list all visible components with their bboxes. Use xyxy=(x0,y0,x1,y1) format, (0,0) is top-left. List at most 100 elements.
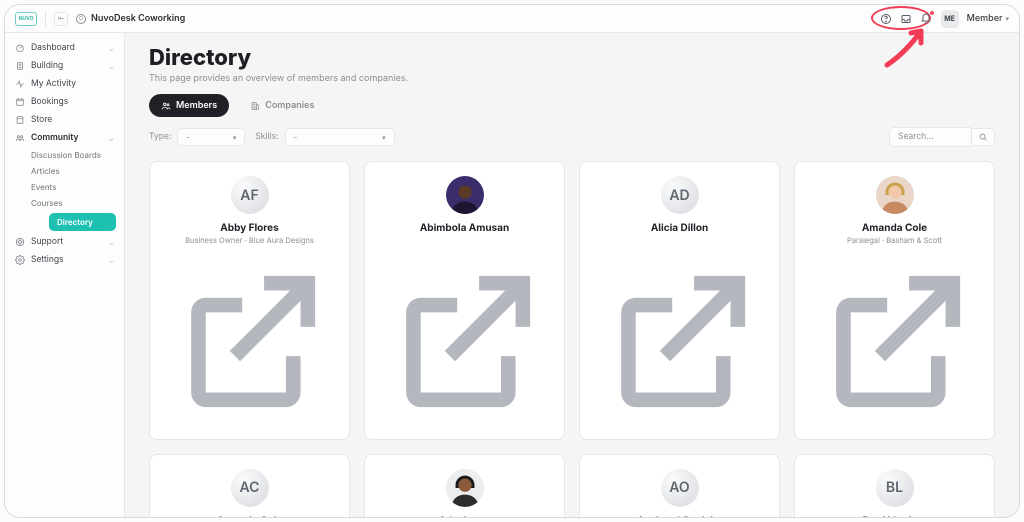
filter-skills: Skills: - ▾ xyxy=(255,128,394,146)
member-name: Alicia Dillon xyxy=(651,222,708,234)
sidebar-item-label: Store xyxy=(31,115,114,125)
avatar-initials: BL xyxy=(876,469,914,507)
building-icon xyxy=(15,61,25,71)
filter-row: Type: - ▾ Skills: - ▾ xyxy=(149,127,995,147)
brand-logo: NUVO xyxy=(15,12,37,26)
search-icon xyxy=(978,132,988,142)
member-card[interactable]: Abimbola Amusan xyxy=(364,161,565,440)
sidebar-item-store[interactable]: Store xyxy=(5,111,124,129)
card-footer xyxy=(162,246,337,429)
chevron-down-icon: ▾ xyxy=(382,133,386,142)
sidebar-subitem-articles[interactable]: Articles xyxy=(31,163,124,179)
member-name: Ayobami Oyaleke xyxy=(637,515,722,517)
sidebar-item-dashboard[interactable]: Dashboard ⌄ xyxy=(5,39,124,57)
tab-members[interactable]: Members xyxy=(149,94,229,117)
directory-tabs: Members Companies xyxy=(149,94,995,117)
chevron-down-icon: ⌄ xyxy=(108,134,114,143)
member-card[interactable]: Amanda Cole Paralegal · Basham & Scott xyxy=(794,161,995,440)
support-icon xyxy=(15,237,25,247)
sidebar-item-label: Support xyxy=(31,237,103,247)
member-name: Atia Jones xyxy=(439,515,491,517)
store-icon xyxy=(15,115,25,125)
member-name: Amanda Cole xyxy=(862,222,927,234)
card-footer xyxy=(377,246,552,429)
sidebar-item-support[interactable]: Support ⌄ xyxy=(5,233,124,251)
sidebar-subitem-directory[interactable]: Directory xyxy=(49,213,116,231)
member-card[interactable]: AF Abby Flores Business Owner · Blue Aura … xyxy=(149,161,350,440)
card-footer xyxy=(592,246,767,429)
search-input[interactable] xyxy=(889,127,971,147)
chevron-down-icon: ⌄ xyxy=(109,62,114,71)
open-external-icon[interactable] xyxy=(162,254,337,429)
sidebar-item-label: Bookings xyxy=(31,97,114,107)
sidebar-item-label: Community xyxy=(31,133,102,143)
avatar-photo xyxy=(876,176,914,214)
sidebar-item-activity[interactable]: My Activity xyxy=(5,75,124,93)
sidebar-item-building[interactable]: Building ⌄ xyxy=(5,57,124,75)
member-name: Abby Flores xyxy=(220,222,278,234)
filter-type: Type: - ▾ xyxy=(149,128,245,146)
open-external-icon[interactable] xyxy=(807,254,982,429)
sidebar-item-community[interactable]: Community ⌄ xyxy=(5,129,124,147)
member-grid: AF Abby Flores Business Owner · Blue Aura … xyxy=(149,161,995,517)
member-subtitle: Paralegal · Basham & Scott xyxy=(847,236,942,246)
avatar[interactable]: ME xyxy=(941,10,959,28)
avatar-photo xyxy=(446,176,484,214)
filter-type-value: - xyxy=(186,132,190,142)
member-card[interactable]: AOAyobami OyalekeFounder & CEO · Meinsta… xyxy=(579,454,780,517)
avatar-initials: AD xyxy=(661,176,699,214)
avatar-initials: AF xyxy=(231,176,269,214)
notifications-icon[interactable] xyxy=(919,12,933,26)
sidebar-subitem-events[interactable]: Events xyxy=(31,179,124,195)
tab-companies[interactable]: Companies xyxy=(237,94,327,117)
members-icon xyxy=(161,101,171,111)
member-name: Abimbola Amusan xyxy=(420,222,509,234)
location-selector[interactable]: ○ NuvoDesk Coworking xyxy=(76,13,185,24)
sidebar-subitem-boards[interactable]: Discussion Boards xyxy=(31,147,124,163)
search xyxy=(889,127,995,147)
divider xyxy=(45,11,46,27)
role-dropdown[interactable]: Member ▾ xyxy=(967,13,1009,24)
filter-type-label: Type: xyxy=(149,132,171,142)
open-external-icon[interactable] xyxy=(592,254,767,429)
chevron-down-icon: ▾ xyxy=(1005,14,1009,23)
member-card[interactable]: AD Alicia Dillon xyxy=(579,161,780,440)
avatar-photo xyxy=(446,469,484,507)
chevron-down-icon: ▾ xyxy=(233,133,237,142)
role-label: Member xyxy=(967,13,1003,24)
member-card[interactable]: BLBrad LittekenPrincipal · Lightview Des… xyxy=(794,454,995,517)
sidebar-item-bookings[interactable]: Bookings xyxy=(5,93,124,111)
location-icon: ○ xyxy=(76,14,86,24)
chevron-down-icon: ⌄ xyxy=(109,256,114,265)
member-card[interactable]: ACAmanda ColeLegal Assistant · Basham an… xyxy=(149,454,350,517)
app-frame: NUVO ⇤ ○ NuvoDesk Coworking ME Member ▾ xyxy=(4,4,1020,518)
tab-members-label: Members xyxy=(176,100,217,111)
sidebar-collapse-button[interactable]: ⇤ xyxy=(54,12,68,26)
open-external-icon[interactable] xyxy=(377,254,552,429)
member-subtitle: Business Owner · Blue Aura Designs xyxy=(185,236,314,246)
sidebar-item-label: Building xyxy=(31,61,103,71)
sidebar-item-label: Settings xyxy=(31,255,103,265)
sidebar-item-label: Dashboard xyxy=(31,43,103,53)
topbar-icon-cluster xyxy=(879,12,933,26)
filter-skills-select[interactable]: - ▾ xyxy=(285,128,395,146)
member-card[interactable]: Atia JonesWordPress Designer/Developer ·… xyxy=(364,454,565,517)
avatar-initials: AO xyxy=(661,469,699,507)
notification-dot xyxy=(929,10,935,16)
filter-type-select[interactable]: - ▾ xyxy=(177,128,245,146)
member-name: Amanda Cole xyxy=(217,515,282,517)
search-button[interactable] xyxy=(971,128,995,146)
chevron-down-icon: ⌄ xyxy=(109,238,114,247)
location-name: NuvoDesk Coworking xyxy=(91,13,185,24)
bookings-icon xyxy=(15,97,25,107)
dashboard-icon xyxy=(15,43,25,53)
inbox-icon[interactable] xyxy=(899,12,913,26)
sidebar-subitem-courses[interactable]: Courses xyxy=(31,195,124,211)
tab-companies-label: Companies xyxy=(265,100,314,111)
chevron-down-icon: ⌄ xyxy=(109,44,114,53)
help-icon[interactable] xyxy=(879,12,893,26)
filter-skills-value: - xyxy=(294,132,298,142)
sidebar-item-settings[interactable]: Settings ⌄ xyxy=(5,251,124,269)
member-name: Brad Litteken xyxy=(863,515,927,517)
sidebar-item-label: My Activity xyxy=(31,79,114,89)
